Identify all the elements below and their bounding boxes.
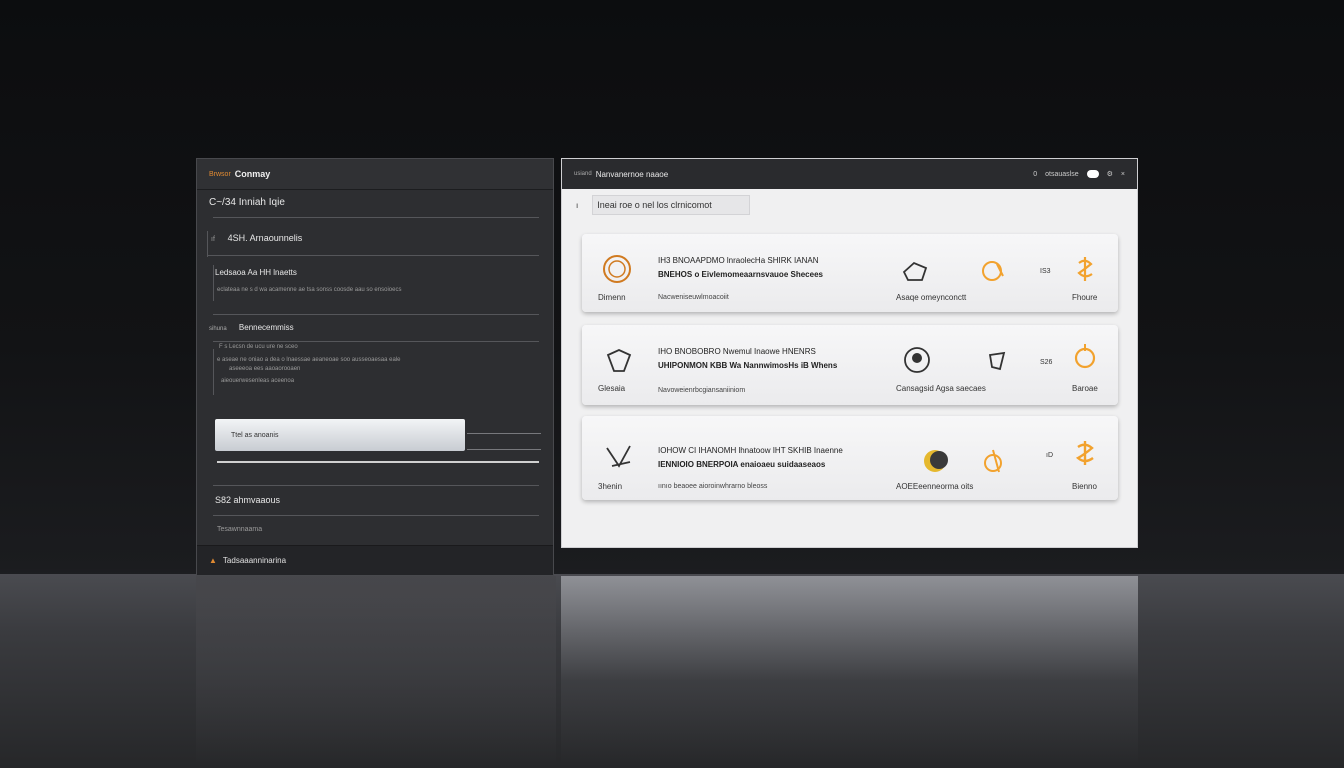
card-title: IH3 BNOAAPDMO lnraolecHa SHIRK IANAN BNE… (658, 254, 823, 282)
sidebar-item-4-desc-3: aseeeoa ees aaoaorooaen (229, 366, 301, 372)
sidebar-item-3-description: eclateaa ne s d wa acamenne ae tsa sonss… (217, 287, 402, 293)
left-panel-title: Conmay (234, 169, 271, 179)
card-subtitle: Navoweienrbcgiansaniiniom (658, 387, 746, 394)
search-row: ı Ineai roe o nel los clrnicomot (576, 195, 751, 215)
card-title: IOHOW CI IHANOMH lhnatoow IHT SKHIB Inae… (658, 444, 843, 472)
card-right-label: Baroae (1072, 384, 1098, 393)
chat-bubble-icon (902, 261, 928, 281)
card-left-label: Glesaia (598, 384, 626, 393)
card-mid-label: Cansagsid Agsa saecaes (896, 384, 986, 393)
sidebar-item-5-label: S82 ahmvaaous (215, 495, 281, 505)
field-underline (467, 433, 541, 434)
card-mid-label: AOEEeenneorma oits (896, 482, 974, 491)
bulb-icon: ▲ (209, 556, 217, 565)
left-panel-text-field-value: Ttel as anoanis (231, 431, 279, 439)
bell-icon (1074, 344, 1096, 369)
field-underline (467, 449, 541, 450)
sidebar-item-2-prefix: ıf (211, 236, 215, 243)
card-price: IS3 (1040, 268, 1051, 275)
card-subtitle: Nacweniseuwlmoacoiit (658, 294, 729, 301)
card-right-label: Fhoure (1072, 293, 1098, 302)
toggle-switch[interactable] (1086, 170, 1099, 178)
moon-icon (924, 450, 948, 472)
result-card[interactable]: 3henin IOHOW CI IHANOMH lhnatoow IHT SKH… (582, 416, 1118, 500)
lens-icon (904, 347, 930, 373)
dollar-coin-icon (1077, 257, 1093, 281)
divider (213, 341, 539, 342)
progress-track (217, 461, 539, 463)
sidebar-item-4[interactable]: sihuna Bennecemmiss (209, 323, 539, 332)
left-panel-reflection (196, 576, 556, 766)
left-panel-footer: ▲ Tadsaaanninarina (197, 545, 553, 575)
tree-line (213, 349, 214, 395)
search-prefix: ı (576, 200, 579, 210)
header-counter: 0 (1033, 170, 1038, 178)
tree-line (213, 265, 214, 301)
settings-icon[interactable]: ⚙ (1107, 170, 1113, 178)
sidebar-item-1-label: C~/34 Inniah Iqie (209, 197, 285, 208)
card-right-label: Bienno (1072, 482, 1097, 491)
card-subtitle: ıınıo beaoee aioroinwhrarno bleoss (658, 483, 768, 490)
card-title-line-2: IENNIOIO BNERPOIA enaioaeu suidaaseaos (658, 460, 826, 469)
card-price: S26 (1040, 359, 1053, 366)
sidebar-item-2[interactable]: ıf 4SH. Arnaounnelis (211, 233, 539, 244)
main-content-panel: usiand Nanvanernoe naaoe 0 otsauaslse ⚙ … (561, 158, 1138, 548)
divider (213, 217, 539, 218)
sidebar-item-2-label: 4SH. Arnaounnelis (227, 233, 303, 243)
footer-label[interactable]: Tadsaaanninarina (223, 556, 286, 565)
compass-icon (606, 445, 631, 468)
coin-icon (603, 255, 631, 283)
coins-icon (1075, 441, 1094, 465)
main-header-title: Nanvanernoe naaoe (595, 169, 669, 179)
left-panel-text-field[interactable]: Ttel as anoanis (215, 419, 465, 451)
right-panel-reflection (561, 576, 1138, 766)
sidebar-item-3-label: Ledsaoa Aa HH lnaetts (215, 268, 297, 277)
card-title: IHO BNOBOBRO Nwemul Inaowe HNENRS UHIPON… (658, 345, 837, 373)
left-panel-header: Brwsor Conmay (197, 159, 553, 190)
left-sidebar-panel: Brwsor Conmay C~/34 Inniah Iqie ıf 4SH. … (196, 158, 554, 576)
card-mid-label: Asaqe omeynconctt (896, 293, 967, 302)
search-input[interactable]: Ineai roe o nel los clrnicomot (592, 195, 751, 215)
gold-swirl-icon (982, 261, 1004, 281)
gold-swirl-icon (984, 449, 1002, 473)
card-title-line-1: IHO BNOBOBRO Nwemul Inaowe HNENRS (658, 347, 816, 356)
main-header: usiand Nanvanernoe naaoe 0 otsauaslse ⚙ … (562, 159, 1137, 189)
card-title-line-1: IH3 BNOAAPDMO lnraolecHa SHIRK IANAN (658, 256, 819, 265)
result-card[interactable]: Glesaia IHO BNOBOBRO Nwemul Inaowe HNENR… (582, 325, 1118, 405)
brand-label: Brwsor (209, 170, 231, 178)
tree-line (207, 231, 208, 257)
sidebar-item-4-desc-1: F s Lecsn de ucu ure ne sceo (219, 344, 298, 350)
search-input-value: Ineai roe o nel los clrnicomot (597, 200, 712, 210)
sidebar-item-4-desc-4: aieouerwesenleas aceenoa (221, 378, 295, 384)
card-title-line-2: BNEHOS o Eivlemomeaarnsvauoe Shecees (658, 270, 823, 279)
sidebar-item-4-desc-2: e aseae ne oniao a dea o lnaessae aeaneo… (217, 357, 401, 363)
close-icon[interactable]: × (1121, 171, 1125, 178)
card-left-label: Dimenn (598, 293, 626, 302)
card-price: ıD (1046, 452, 1053, 459)
shield-icon (606, 349, 632, 372)
divider (207, 255, 539, 256)
header-small-label: usiand (574, 171, 592, 177)
card-left-label: 3henin (598, 482, 623, 491)
card-title-line-2: UHIPONMON KBB Wa NannwimosHs iB Whens (658, 361, 838, 370)
divider (213, 515, 539, 516)
drop-icon (988, 351, 1006, 371)
result-card[interactable]: Dimenn IH3 BNOAAPDMO lnraolecHa SHIRK IA… (582, 234, 1118, 312)
sidebar-item-3[interactable]: Ledsaoa Aa HH lnaetts (215, 268, 539, 277)
sidebar-item-6[interactable]: Tesawnnaama (217, 526, 262, 533)
sidebar-item-4-label: Bennecemmiss (238, 323, 294, 332)
divider (213, 485, 539, 486)
divider (213, 314, 539, 315)
sidebar-item-5[interactable]: S82 ahmvaaous (215, 495, 539, 505)
sidebar-item-1[interactable]: C~/34 Inniah Iqie (209, 197, 539, 208)
card-title-line-1: IOHOW CI IHANOMH lhnatoow IHT SKHIB Inae… (658, 446, 843, 455)
header-status-label: otsauaslse (1045, 170, 1079, 178)
sidebar-item-4-prefix: sihuna (209, 326, 227, 332)
